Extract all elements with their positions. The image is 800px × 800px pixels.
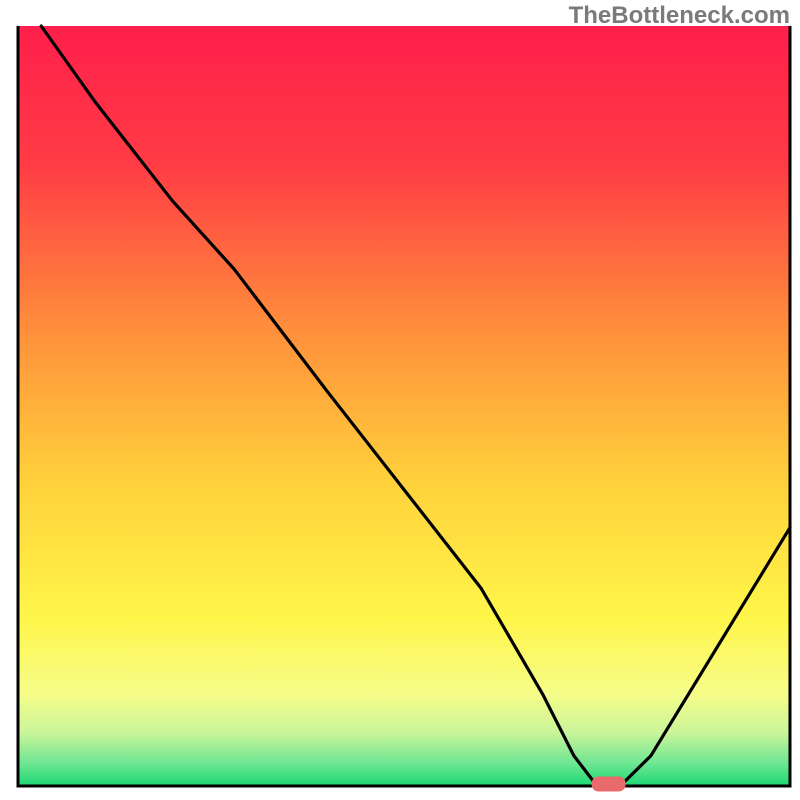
optimum-marker [592,777,626,792]
plot-background [18,26,790,786]
bottleneck-chart [0,0,800,800]
watermark-text: TheBottleneck.com [569,2,790,30]
chart-container: TheBottleneck.com [0,0,800,800]
